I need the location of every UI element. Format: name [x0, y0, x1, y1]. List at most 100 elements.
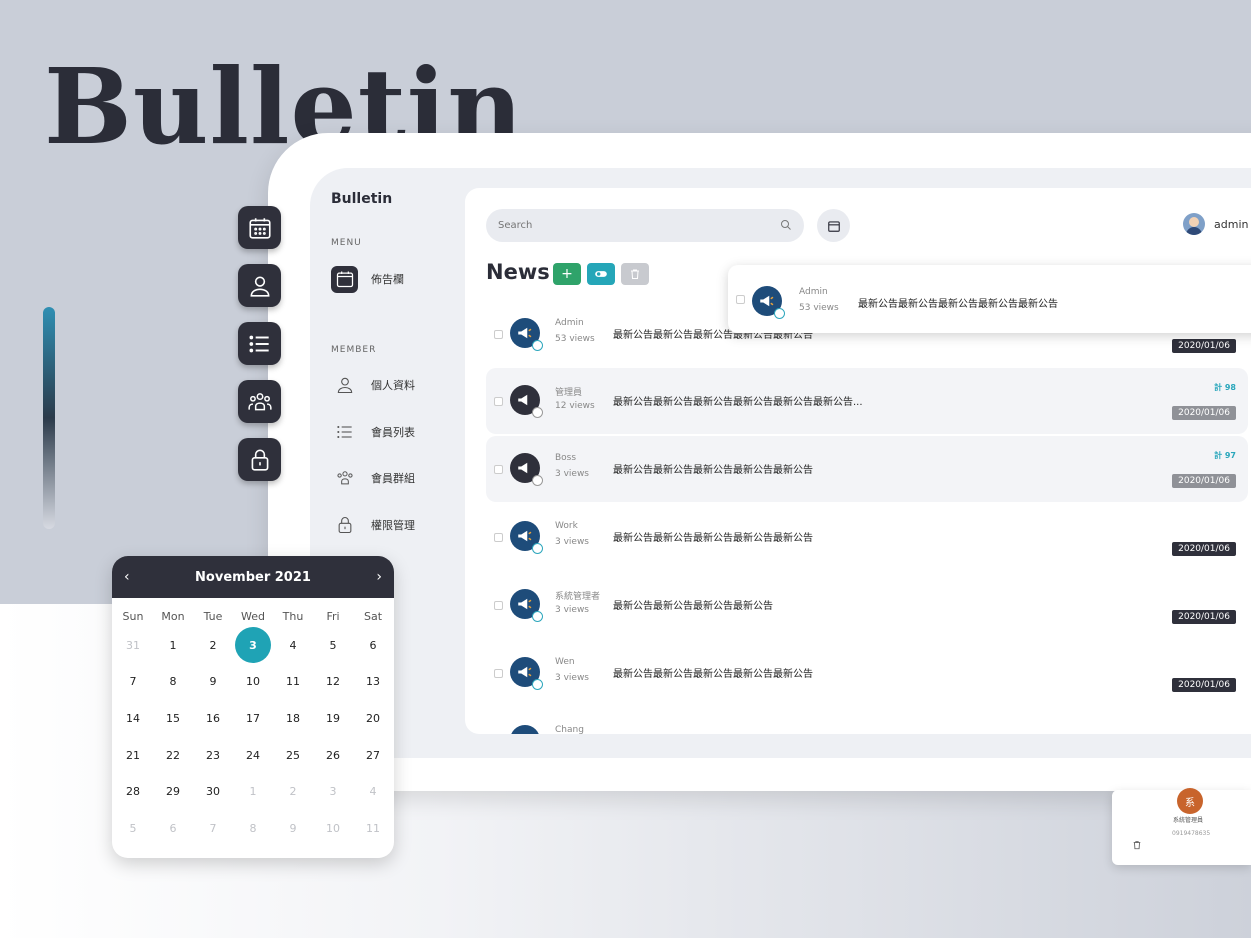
lock-icon[interactable]	[238, 438, 281, 481]
calendar-day[interactable]: 10	[233, 664, 273, 701]
calendar-day[interactable]: 9	[273, 810, 313, 847]
calendar-icon	[827, 220, 840, 232]
row-author: Chang	[555, 725, 584, 734]
user-name: admin	[1214, 217, 1249, 231]
accent-bar	[43, 307, 55, 529]
calendar-day[interactable]: 6	[153, 810, 193, 847]
calendar-day[interactable]: 26	[313, 737, 353, 774]
calendar-day[interactable]: 4	[273, 627, 313, 664]
calendar-day[interactable]: 6	[353, 627, 393, 664]
sidebar-item-permissions[interactable]: 權限管理	[331, 510, 451, 540]
row-date: 2020/01/06	[1172, 542, 1236, 556]
calendar-day[interactable]: 1	[153, 627, 193, 664]
calendar-day[interactable]: 31	[113, 627, 153, 664]
user-icon[interactable]	[238, 264, 281, 307]
calendar-day[interactable]: 21	[113, 737, 153, 774]
group-icon[interactable]	[238, 380, 281, 423]
sidebar-item-bulletin[interactable]: 佈告欄	[331, 264, 451, 294]
chevron-right-icon[interactable]: ›	[376, 569, 382, 585]
calendar-day[interactable]: 9	[193, 664, 233, 701]
calendar-day[interactable]: 8	[233, 810, 273, 847]
calendar-day[interactable]: 20	[353, 700, 393, 737]
news-row[interactable]: Chang	[486, 708, 1248, 734]
calendar-button[interactable]	[817, 209, 850, 242]
sidebar-item-profile[interactable]: 個人資料	[331, 370, 451, 400]
trash-icon	[631, 269, 639, 279]
row-checkbox[interactable]	[494, 533, 503, 542]
sidebar-item-member-group[interactable]: 會員群組	[331, 463, 451, 493]
news-popup[interactable]: Admin 53 views 最新公告最新公告最新公告最新公告最新公告	[728, 265, 1251, 333]
delete-button[interactable]	[621, 263, 649, 285]
calendar-day[interactable]: 14	[113, 700, 153, 737]
sidebar-item-member-list[interactable]: 會員列表	[331, 417, 451, 447]
megaphone-icon	[510, 725, 540, 734]
weekday-label: Tue	[203, 609, 223, 623]
calendar-widget: ‹ November 2021 › Sun Mon Tue Wed Thu Fri Sat 3…	[112, 556, 394, 858]
calendar-day[interactable]: 7	[193, 810, 233, 847]
calendar-day[interactable]: 18	[273, 700, 313, 737]
search-icon[interactable]	[780, 216, 792, 235]
row-author: Admin	[799, 287, 828, 297]
user-menu[interactable]: admin	[1183, 213, 1248, 235]
row-checkbox[interactable]	[494, 601, 503, 610]
calendar-day[interactable]: 28	[113, 773, 153, 810]
calendar-day[interactable]: 10	[313, 810, 353, 847]
row-date: 2020/01/06	[1172, 474, 1236, 488]
calendar-day[interactable]: 2	[193, 627, 233, 664]
row-checkbox[interactable]	[494, 669, 503, 678]
megaphone-icon	[752, 286, 785, 319]
row-views: 3 views	[555, 605, 590, 615]
contact-name: 系統管理員	[1173, 817, 1204, 824]
add-button[interactable]: +	[553, 263, 581, 285]
chevron-left-icon[interactable]: ‹	[124, 569, 130, 585]
calendar-day[interactable]: 3	[233, 627, 273, 664]
calendar-day[interactable]: 15	[153, 700, 193, 737]
calendar-day[interactable]: 17	[233, 700, 273, 737]
calendar-day[interactable]: 30	[193, 773, 233, 810]
toggle-button[interactable]	[587, 263, 615, 285]
row-date: 2020/01/06	[1172, 339, 1236, 353]
row-views: 53 views	[799, 303, 839, 313]
calendar-day[interactable]: 11	[273, 664, 313, 701]
row-message: 最新公告最新公告最新公告最新公告最新公告最新公告...	[613, 397, 863, 408]
row-message: 最新公告最新公告最新公告最新公告最新公告	[858, 299, 1058, 310]
trash-icon[interactable]	[1132, 840, 1142, 853]
calendar-icon[interactable]	[238, 206, 281, 249]
news-row[interactable]: Work 3 views 最新公告最新公告最新公告最新公告最新公告 2020/0…	[486, 504, 1248, 570]
sidebar-item-label: 個人資料	[371, 379, 415, 392]
calendar-day[interactable]: 24	[233, 737, 273, 774]
calendar-day[interactable]: 19	[313, 700, 353, 737]
calendar-day[interactable]: 1	[233, 773, 273, 810]
calendar-day[interactable]: 29	[153, 773, 193, 810]
weekday-label: Fri	[326, 609, 340, 623]
row-message: 最新公告最新公告最新公告最新公告	[613, 601, 773, 612]
calendar-day[interactable]: 12	[313, 664, 353, 701]
calendar-day[interactable]: 5	[313, 627, 353, 664]
news-row[interactable]: Boss 3 views 最新公告最新公告最新公告最新公告最新公告 計 97 2…	[486, 436, 1248, 502]
search-input[interactable]	[498, 220, 780, 231]
calendar-day[interactable]: 23	[193, 737, 233, 774]
news-row[interactable]: Wen 3 views 最新公告最新公告最新公告最新公告最新公告 2020/01…	[486, 640, 1248, 706]
calendar-day[interactable]: 22	[153, 737, 193, 774]
calendar-day[interactable]: 13	[353, 664, 393, 701]
calendar-day[interactable]: 25	[273, 737, 313, 774]
search-bar[interactable]	[486, 209, 804, 242]
calendar-day[interactable]: 3	[313, 773, 353, 810]
calendar-day[interactable]: 11	[353, 810, 393, 847]
row-checkbox[interactable]	[736, 295, 745, 304]
row-checkbox[interactable]	[494, 397, 503, 406]
row-checkbox[interactable]	[494, 465, 503, 474]
calendar-day[interactable]: 4	[353, 773, 393, 810]
news-row[interactable]: 系統管理者 3 views 最新公告最新公告最新公告最新公告 2020/01/0…	[486, 572, 1248, 638]
calendar-day[interactable]: 16	[193, 700, 233, 737]
news-row[interactable]: 管理員 12 views 最新公告最新公告最新公告最新公告最新公告最新公告...…	[486, 368, 1248, 434]
calendar-day[interactable]: 27	[353, 737, 393, 774]
calendar-day[interactable]: 2	[273, 773, 313, 810]
list-icon[interactable]	[238, 322, 281, 365]
row-checkbox[interactable]	[494, 330, 503, 339]
calendar-day[interactable]: 8	[153, 664, 193, 701]
calendar-day[interactable]: 5	[113, 810, 153, 847]
contact-card[interactable]: 系 系統管理員 0919478635	[1112, 788, 1251, 865]
calendar-day[interactable]: 7	[113, 664, 153, 701]
sidebar-brand: Bulletin	[331, 191, 393, 207]
